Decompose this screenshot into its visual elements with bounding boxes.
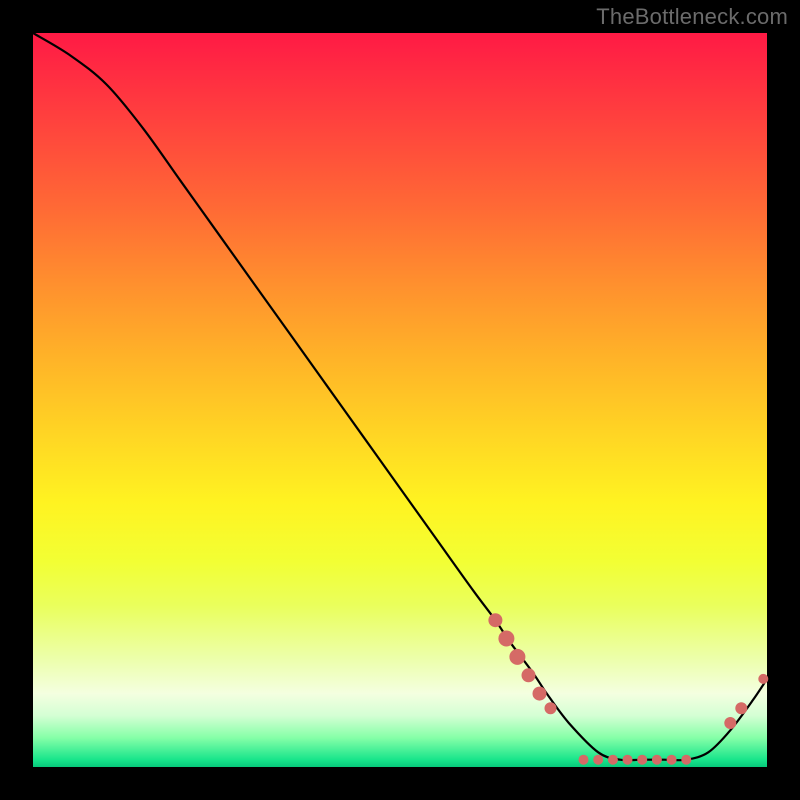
curve-marker: [667, 755, 677, 765]
curve-marker: [488, 613, 502, 627]
curve-marker: [735, 702, 747, 714]
curve-marker: [608, 755, 618, 765]
curve-marker: [579, 755, 589, 765]
curve-marker: [593, 755, 603, 765]
curve-marker: [498, 631, 514, 647]
bottleneck-curve-line: [33, 33, 767, 760]
curve-marker: [623, 755, 633, 765]
curve-marker: [545, 702, 557, 714]
curve-marker: [724, 717, 736, 729]
curve-marker: [652, 755, 662, 765]
curve-marker: [758, 674, 768, 684]
curve-marker: [681, 755, 691, 765]
plot-area: [33, 33, 767, 767]
curve-marker: [522, 668, 536, 682]
chart-frame: TheBottleneck.com: [0, 0, 800, 800]
curve-markers: [488, 613, 768, 765]
watermark-text: TheBottleneck.com: [596, 4, 788, 30]
chart-svg: [33, 33, 767, 767]
curve-marker: [637, 755, 647, 765]
curve-marker: [533, 687, 547, 701]
curve-marker: [509, 649, 525, 665]
